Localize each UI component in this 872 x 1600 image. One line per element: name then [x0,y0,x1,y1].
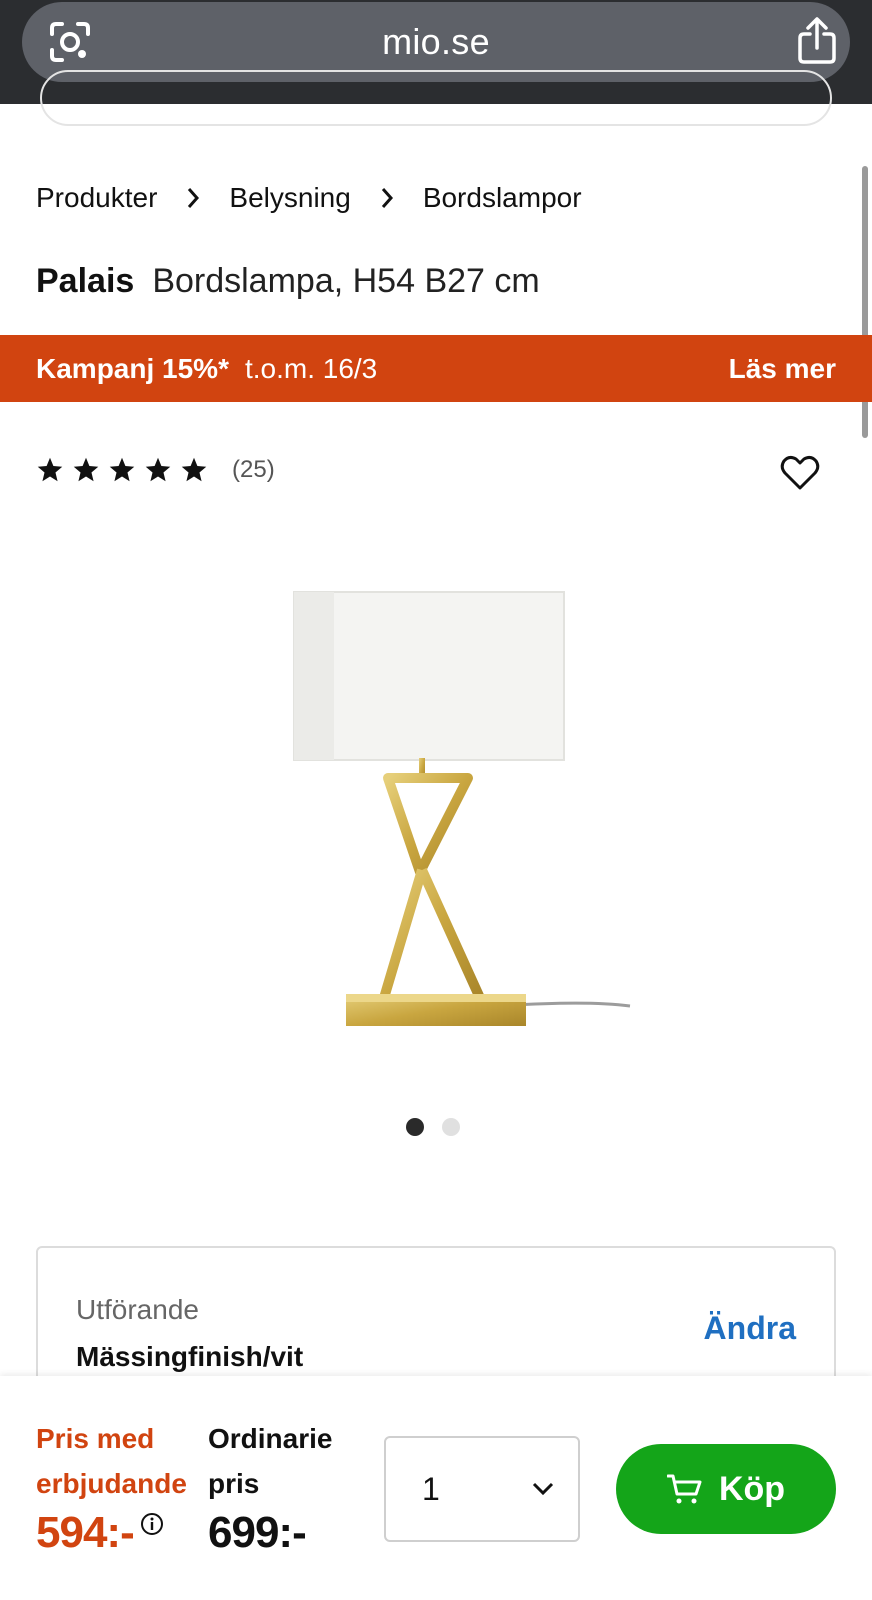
quantity-value: 1 [422,1470,440,1507]
buy-button[interactable]: Köp [616,1444,836,1534]
star-icon [145,457,171,482]
breadcrumb-produkter[interactable]: Produkter [36,182,157,214]
cart-icon [666,1474,702,1504]
lens-search-icon[interactable] [48,20,92,64]
read-more-link[interactable]: Läs mer [729,353,836,385]
purchase-bar: Pris med erbjudande 594:- Ordinarie pris… [0,1376,872,1600]
breadcrumb-belysning[interactable]: Belysning [229,182,350,214]
gallery-pagination [406,1118,460,1136]
star-icon [181,457,207,482]
variant-label: Utförande [76,1294,199,1325]
search-field-edge[interactable] [40,70,832,126]
breadcrumb: Produkter Belysning Bordslampor [36,182,582,214]
chevron-down-icon [532,1482,554,1496]
review-count: (25) [232,456,275,483]
star-icon [37,457,63,482]
heart-icon[interactable] [780,455,820,491]
star-icon [109,457,135,482]
gallery-dot[interactable] [442,1118,460,1136]
breadcrumb-bordslampor[interactable]: Bordslampor [423,182,582,214]
offer-price: 594:- [36,1508,135,1557]
regular-price: 699:- [208,1508,307,1557]
share-icon[interactable] [796,16,838,66]
gallery-dot[interactable] [406,1118,424,1136]
campaign-date: t.o.m. 16/3 [244,352,378,384]
quantity-select[interactable]: 1 [384,1436,580,1542]
product-description: Bordslampa, H54 B27 cm [152,262,540,300]
campaign-banner: Kampanj 15%* t.o.m. 16/3 Läs mer [0,335,872,402]
product-rating[interactable]: (25) [36,456,275,484]
star-icon [73,457,99,482]
regular-price-label: Ordinarie pris [208,1423,333,1499]
buy-label: Köp [718,1469,786,1508]
chevron-right-icon [381,188,393,208]
product-title: Palais Bordslampa, H54 B27 cm [36,262,540,301]
campaign-label: Kampanj 15%* [36,352,229,384]
change-variant-link[interactable]: Ändra [704,1310,796,1347]
offer-price-label: Pris med erbjudande [36,1423,187,1499]
product-brand: Palais [36,262,135,300]
variant-value: Mässingfinish/vit [76,1341,304,1372]
product-image[interactable] [270,580,650,1050]
info-icon[interactable] [140,1512,164,1536]
chevron-right-icon [188,188,200,208]
url-text: mio.se [382,21,490,62]
